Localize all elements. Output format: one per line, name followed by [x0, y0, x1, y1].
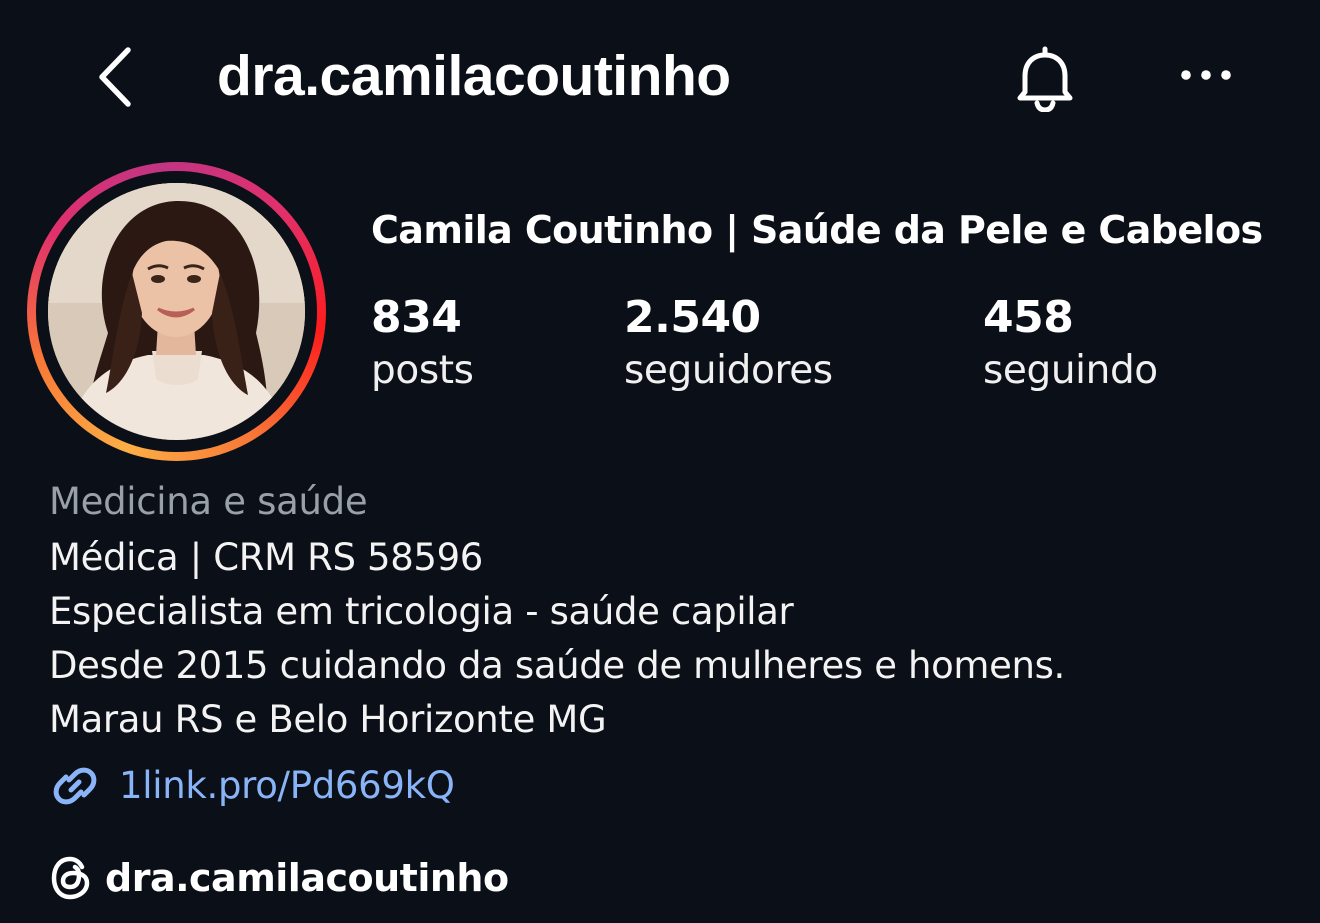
profile-page: dra.camilacoutinho Camila Coutinho | Saú… — [0, 0, 1320, 923]
back-button[interactable] — [88, 42, 140, 112]
bio-link-text: 1link.pro/Pd669kQ — [119, 764, 455, 807]
more-horizontal-icon — [1181, 70, 1231, 80]
stat-value: 834 — [371, 292, 462, 343]
bio-link[interactable]: 1link.pro/Pd669kQ — [49, 760, 455, 812]
avatar-portrait — [48, 183, 305, 440]
notifications-button[interactable] — [1008, 42, 1082, 116]
avatar — [48, 183, 305, 440]
profile-category: Medicina e saúde — [49, 480, 368, 523]
display-name: Camila Coutinho | Saúde da Pele e Cabelo… — [371, 208, 1263, 252]
stat-posts[interactable]: 834 posts — [371, 290, 474, 396]
bio-line: Marau RS e Belo Horizonte MG — [49, 698, 607, 741]
link-icon — [53, 767, 97, 805]
stat-following[interactable]: 458 seguindo — [983, 290, 1158, 396]
stat-label: posts — [371, 348, 474, 393]
page-title: dra.camilacoutinho — [217, 44, 731, 108]
bio: Médica | CRM RS 58596 Especialista em tr… — [49, 531, 1065, 747]
stat-value: 2.540 — [624, 292, 761, 343]
bio-line: Especialista em tricologia - saúde capil… — [49, 590, 794, 633]
stat-label: seguidores — [624, 348, 833, 393]
bio-line: Médica | CRM RS 58596 — [49, 536, 483, 579]
stat-value: 458 — [983, 292, 1074, 343]
threads-handle: dra.camilacoutinho — [105, 856, 509, 900]
bio-line: Desde 2015 cuidando da saúde de mulheres… — [49, 644, 1065, 687]
more-options-button[interactable] — [1175, 52, 1237, 98]
chevron-left-icon — [99, 47, 131, 107]
stat-followers[interactable]: 2.540 seguidores — [624, 290, 833, 396]
threads-badge[interactable]: dra.camilacoutinho — [49, 851, 509, 905]
bell-icon — [1017, 46, 1073, 112]
threads-icon — [51, 856, 90, 900]
avatar-story-ring[interactable] — [27, 162, 326, 461]
stat-label: seguindo — [983, 348, 1158, 393]
